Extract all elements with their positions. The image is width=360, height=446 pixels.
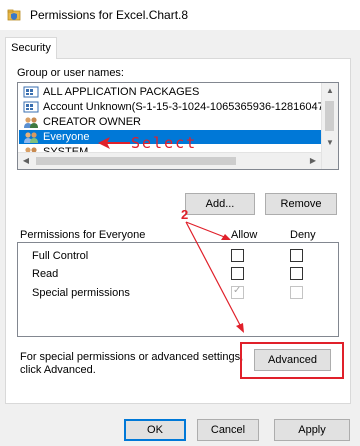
vertical-scrollbar[interactable]: ▲ ▼ — [321, 83, 338, 169]
select-annotation: Select — [131, 134, 198, 152]
list-item-label: ALL APPLICATION PACKAGES — [43, 86, 200, 98]
list-item[interactable]: ALL APPLICATION PACKAGES — [19, 85, 321, 99]
checkmark-icon: ✓ — [233, 285, 242, 296]
unknown-account-icon — [23, 101, 39, 113]
apply-button[interactable]: Apply — [274, 419, 350, 441]
users-icon — [24, 117, 38, 128]
scroll-up-icon[interactable]: ▲ — [322, 83, 338, 99]
advanced-highlight-box — [240, 342, 344, 379]
cancel-button[interactable]: Cancel — [197, 419, 259, 441]
allow-column-header: Allow — [231, 229, 258, 241]
window-title: Permissions for Excel.Chart.8 — [30, 8, 189, 22]
advanced-hint-line1: For special permissions or advanced sett… — [20, 351, 244, 363]
scroll-down-icon[interactable]: ▼ — [322, 135, 338, 151]
scroll-right-icon[interactable]: ▶ — [305, 153, 321, 169]
list-item-label: Everyone — [43, 131, 90, 143]
special-deny-checkbox — [290, 286, 303, 299]
app-packages-icon — [23, 86, 39, 98]
scroll-thumb[interactable] — [325, 101, 334, 131]
list-item[interactable]: Account Unknown(S-1-15-3-1024-1065365936… — [19, 100, 330, 114]
permission-label: Full Control — [32, 250, 89, 262]
group-names-label: Group or user names: — [17, 67, 124, 79]
read-allow-checkbox[interactable] — [231, 267, 244, 280]
tab-security[interactable]: Security — [5, 37, 57, 59]
advanced-hint-line2: click Advanced. — [20, 364, 96, 376]
permissions-header: Permissions for Everyone — [20, 229, 146, 241]
users-icon — [24, 132, 38, 143]
step-number-annotation: 2 — [181, 207, 189, 222]
list-item[interactable]: CREATOR OWNER — [19, 115, 321, 129]
title-bar: Permissions for Excel.Chart.8 — [0, 0, 360, 30]
read-deny-checkbox[interactable] — [290, 267, 303, 280]
scroll-left-icon[interactable]: ◀ — [18, 153, 34, 169]
full-control-allow-checkbox[interactable] — [231, 249, 244, 262]
scroll-thumb[interactable] — [36, 157, 236, 165]
shield-folder-icon — [7, 9, 21, 21]
full-control-deny-checkbox[interactable] — [290, 249, 303, 262]
list-item-label: Account Unknown(S-1-15-3-1024-1065365936… — [43, 101, 330, 113]
horizontal-scrollbar[interactable]: ◀ ▶ — [18, 152, 321, 169]
add-button[interactable]: Add... — [185, 193, 255, 215]
group-user-list[interactable]: ALL APPLICATION PACKAGES Account Unknown… — [17, 82, 339, 170]
ok-button[interactable]: OK — [124, 419, 186, 441]
deny-column-header: Deny — [290, 229, 316, 241]
remove-button[interactable]: Remove — [265, 193, 337, 215]
special-allow-checkbox: ✓ — [231, 285, 244, 299]
permission-label: Special permissions — [32, 287, 130, 299]
permission-label: Read — [32, 268, 59, 280]
list-item-label: CREATOR OWNER — [43, 116, 141, 128]
